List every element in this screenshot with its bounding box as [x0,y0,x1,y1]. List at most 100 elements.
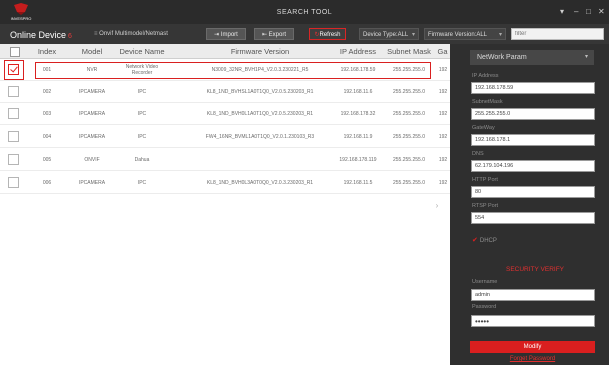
col-model[interactable]: Model [72,47,112,56]
online-count-badge: 6 [68,33,72,40]
row-checkbox[interactable] [8,154,19,165]
svg-text:INVESPRO: INVESPRO [11,16,32,21]
refresh-label: Refresh [319,32,341,38]
multicast-label: Onvif Multimodel/Netmast [99,31,168,37]
cell-model: IPCAMERA [78,133,106,140]
cell-index: 006 [42,179,52,186]
close-icon[interactable]: ✕ [598,7,605,16]
cell-device-name: IPC [137,179,147,186]
chevron-down-icon: ▾ [584,54,588,60]
cell-model: IPCAMERA [78,179,106,186]
cell-gateway: 192 [438,156,448,163]
cell-model: NVR [86,66,98,73]
cell-index: 005 [42,156,52,163]
subnet-mask-field[interactable] [471,108,595,120]
ip-address-label: IP Address [472,73,499,79]
cell-model: IPCAMERA [78,110,106,117]
import-button[interactable]: ⇥ Import [206,28,246,40]
username-label: Username [472,279,498,285]
http-port-label: HTTP Port [472,177,498,183]
cell-ip: 192.168.178.59 [340,66,376,73]
search-tool-window: INVESPRO SEARCH TOOL ▾ – □ ✕ Online Devi… [0,0,609,365]
password-label: Password [472,304,497,310]
cell-gateway: 192 [438,133,448,140]
cell-device-name: IPC [137,88,147,95]
subnet-mask-label: SubnetMask [472,99,503,105]
app-title: SEARCH TOOL [276,9,333,16]
export-button[interactable]: ⇤ Export [254,28,294,40]
password-field[interactable] [471,315,595,327]
export-icon: ⇤ [261,32,269,38]
col-firmware-version[interactable]: Firmware Version [185,47,335,56]
http-port-field[interactable] [471,186,595,198]
rtsp-port-field[interactable] [471,212,595,224]
panel-collapse-chevron-icon[interactable]: › [432,198,442,214]
dhcp-checkbox[interactable]: ✔ DHCP [472,236,497,244]
rtsp-port-label: RTSP Port [472,203,499,209]
select-all-checkbox[interactable] [10,47,20,57]
cell-model: ONVIF [84,156,100,163]
table-header: Index Model Device Name Firmware Version… [0,44,450,59]
col-gateway[interactable]: Ga [435,47,450,56]
minimize-icon[interactable]: – [574,7,578,16]
table-row[interactable]: 001 NVR Network Video Recorder N3009_32N… [0,59,450,81]
forget-password-link[interactable]: Forget Password [470,356,595,362]
ip-address-field[interactable] [471,82,595,94]
menu-chevron-icon[interactable]: ▾ [560,7,564,16]
cell-mask: 255.255.255.0 [393,110,425,117]
cell-mask: 255.255.255.0 [393,88,425,95]
cell-firmware: KL8_1ND_BVHSL1A0T1Q0_V2.0.5.230203_R1 [206,88,314,95]
firmware-version-value: Firmware Version:ALL [428,32,488,38]
cell-index: 004 [42,133,52,140]
param-section-select[interactable]: NetWork Param ▾ [470,50,594,65]
device-type-value: Device Type:ALL [363,32,409,38]
multicast-option[interactable]: ≡ Onvif Multimodel/Netmast [94,31,168,37]
refresh-button[interactable]: ↻Refresh [309,28,346,40]
col-ip-address[interactable]: IP Address [333,47,383,56]
maximize-icon[interactable]: □ [586,7,591,16]
row-checkbox[interactable] [8,108,19,119]
firmware-version-select[interactable]: Firmware Version:ALL ▾ [424,28,506,40]
dns-label: DNS [472,151,484,157]
import-icon: ⇥ [214,32,221,38]
row-checkbox[interactable] [8,131,19,142]
cell-ip: 192.168.178.119 [339,156,377,163]
cell-ip: 192.168.11.6 [343,88,373,95]
dhcp-label: DHCP [479,238,497,244]
col-index[interactable]: Index [32,47,62,56]
row-checkbox[interactable] [8,64,19,75]
cell-firmware: KL8_1ND_BVH0L3A0T0Q0_V2.0.3.230203_R1 [206,179,314,186]
cell-gateway: 192 [438,179,448,186]
table-row[interactable]: 002 IPCAMERA IPC KL8_1ND_BVHSL1A0T1Q0_V2… [0,81,450,103]
gateway-label: GateWay [472,125,495,131]
cell-gateway: 192 [438,88,448,95]
gateway-field[interactable] [471,134,595,146]
device-type-select[interactable]: Device Type:ALL ▾ [359,28,419,40]
table-row[interactable]: 005 ONVIF Dahua 192.168.178.119 255.255.… [0,149,450,171]
table-row[interactable]: 004 IPCAMERA IPC FW4_16NR_BVML1A0T1Q0_V2… [0,126,450,148]
dns-field[interactable] [471,160,595,172]
row-checkbox[interactable] [8,177,19,188]
param-section-value: NetWork Param [477,54,527,61]
online-device-text: Online Device [10,30,67,40]
cell-index: 001 [42,66,52,73]
title-bar: INVESPRO SEARCH TOOL ▾ – □ ✕ [0,0,609,24]
col-device-name[interactable]: Device Name [112,47,172,56]
filter-input[interactable] [511,28,604,40]
chevron-down-icon: ▾ [411,32,415,38]
cell-index: 002 [42,88,52,95]
cell-firmware: FW4_16NR_BVML1A0T1Q0_V2.0.1.230103_R3 [205,133,315,140]
cell-ip: 192.168.178.32 [340,110,376,117]
export-label: Export [268,32,287,38]
cell-firmware [180,149,340,170]
modify-button[interactable]: Modify [470,341,595,353]
table-row[interactable]: 006 IPCAMERA IPC KL8_1ND_BVH0L3A0T0Q0_V2… [0,172,450,194]
col-subnet-mask[interactable]: Subnet Mask [383,47,435,56]
cell-device-name: Network Video Recorder [125,63,159,76]
table-row[interactable]: 003 IPCAMERA IPC KL8_1ND_BVH0L1A0T1Q0_V2… [0,103,450,125]
row-checkbox[interactable] [8,86,19,97]
cell-ip: 192.168.11.5 [343,179,373,186]
cell-ip: 192.168.11.9 [343,133,373,140]
chevron-down-icon: ▾ [498,32,502,38]
username-field[interactable] [471,289,595,301]
